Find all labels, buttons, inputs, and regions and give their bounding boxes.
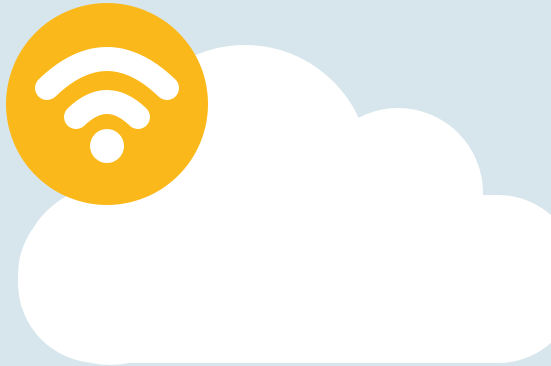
wifi-badge xyxy=(6,3,208,205)
wifi-dot xyxy=(90,129,124,163)
illustration-canvas xyxy=(0,0,551,366)
cloud-bottom-left-puff xyxy=(20,185,200,365)
cloud-right-puff xyxy=(408,198,551,342)
cloud-wifi-illustration xyxy=(0,0,551,366)
